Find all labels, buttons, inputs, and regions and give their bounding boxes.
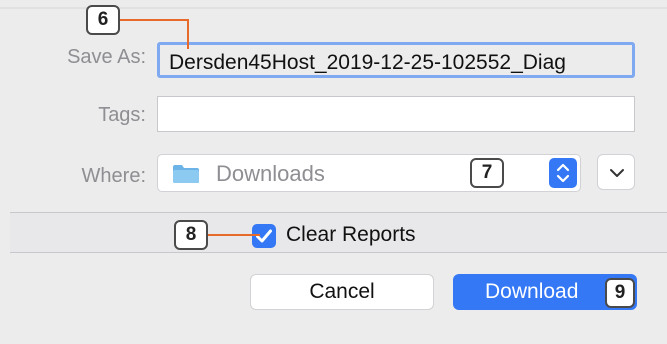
where-label: Where: bbox=[81, 165, 146, 187]
chevron-down-icon bbox=[610, 169, 624, 177]
save-as-input[interactable]: Dersden45Host_2019-12-25-102552_Diag bbox=[157, 42, 635, 78]
cancel-button[interactable]: Cancel bbox=[250, 274, 434, 310]
save-as-label: Save As: bbox=[67, 46, 146, 68]
chevron-up-down-icon bbox=[556, 163, 570, 183]
callout-line-8 bbox=[208, 234, 260, 236]
popup-stepper[interactable] bbox=[549, 158, 577, 188]
annotation-badge-7: 7 bbox=[470, 158, 504, 188]
annotation-badge-9: 9 bbox=[605, 278, 635, 308]
annotation-badge-8: 8 bbox=[174, 220, 208, 250]
expand-browser-button[interactable] bbox=[597, 154, 635, 190]
checkmark-icon bbox=[256, 229, 272, 243]
where-value: Downloads bbox=[216, 161, 325, 186]
clear-reports-label[interactable]: Clear Reports bbox=[286, 223, 416, 247]
where-popup-button[interactable]: Downloads bbox=[157, 154, 581, 192]
folder-icon bbox=[172, 164, 200, 184]
divider-bottom bbox=[10, 252, 667, 253]
tags-input[interactable] bbox=[157, 96, 635, 132]
callout-line-6-vertical bbox=[187, 19, 189, 49]
clear-reports-checkbox[interactable] bbox=[252, 224, 276, 248]
callout-line-6-horizontal bbox=[119, 19, 189, 21]
tags-label: Tags: bbox=[98, 104, 146, 126]
annotation-badge-6: 6 bbox=[86, 5, 120, 35]
